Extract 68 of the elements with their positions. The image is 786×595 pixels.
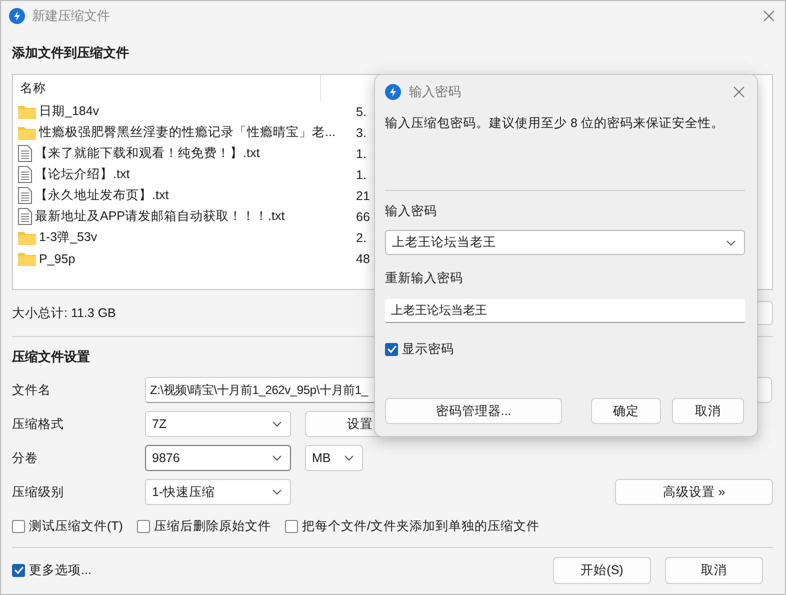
folder-icon [18,104,36,118]
cancel-button[interactable]: 取消 [665,556,763,584]
column-header[interactable]: 名称 [13,75,321,101]
field-label: 文件名 [12,382,52,398]
folder-icon [18,126,36,140]
confirm-password-field[interactable]: 上老王论坛当老王 [385,299,745,323]
file-size: 66 [356,210,370,224]
folder-icon [18,252,36,266]
text-file-icon [18,166,32,183]
close-icon[interactable] [733,86,745,98]
file-name[interactable]: 性瘾极强肥臀黑丝淫妻的性瘾记录「性瘾晴宝」老... [18,124,356,141]
file-size: 21 [356,188,370,202]
folder-icon [18,230,36,244]
chevron-down-icon [272,489,282,495]
field-label: 分卷 [12,450,39,466]
checkbox-label[interactable]: 把每个文件/文件夹添加到单独的压缩文件 [302,518,540,534]
field-label: 压缩级别 [12,484,65,500]
field-label: 重新输入密码 [385,270,464,287]
section-heading: 添加文件到压缩文件 [12,44,129,62]
file-size: 5. [356,104,366,118]
level-dropdown[interactable]: 1-快速压缩 [145,479,291,505]
file-name[interactable]: 【永久地址发布页】.txt [18,187,356,204]
text-file-icon [18,187,32,204]
chevron-down-icon [344,455,354,461]
file-size: 2. [356,230,366,244]
section-heading: 压缩文件设置 [12,348,90,366]
dialog-message: 输入压缩包密码。建议使用至少 8 位的密码来保证安全性。 [385,115,725,132]
file-name[interactable]: 【论坛介绍】.txt [18,166,356,183]
cancel-button[interactable]: 取消 [672,398,744,424]
checkbox-label[interactable]: 压缩后删除原始文件 [154,518,271,534]
checkbox[interactable] [12,520,25,532]
checkbox-label[interactable]: 显示密码 [402,340,454,358]
checkbox[interactable] [12,564,25,576]
total-size: 大小总计: 11.3 GB [12,304,116,322]
file-name[interactable]: 日期_184v [18,103,356,120]
unit-dropdown[interactable]: MB [305,445,363,471]
ok-button[interactable]: 确定 [591,398,661,424]
chevron-down-icon [272,421,282,427]
format-dropdown[interactable]: 7Z [145,411,291,437]
file-size: 1. [356,146,366,160]
dialog-title: 输入密码 [409,83,462,101]
field-label: 压缩格式 [12,416,65,432]
checkbox[interactable] [136,520,150,532]
checkbox-label[interactable]: 更多选项... [29,562,92,578]
start-button[interactable]: 开始(S) [553,556,651,584]
file-name[interactable]: 【来了就能下载和观看！纯免费！】.txt [18,145,356,162]
checkbox[interactable] [385,342,398,356]
password-field[interactable]: 上老王论坛当老王 [385,230,745,255]
advanced-settings-button[interactable]: 高级设置 » [615,479,773,505]
chevron-down-icon [726,240,736,246]
file-size: 48 [356,252,370,266]
volume-size-dropdown[interactable]: 9876 [145,445,291,471]
chevron-down-icon [272,455,282,461]
password-manager-button[interactable]: 密码管理器... [385,398,562,424]
close-icon[interactable] [763,10,775,22]
checkbox-label[interactable]: 测试压缩文件(T) [29,518,123,534]
file-name[interactable]: P_95p [18,252,356,266]
file-size: 3. [356,126,366,140]
window-title: 新建压缩文件 [32,7,111,25]
text-file-icon [18,208,32,225]
app-icon [385,84,401,100]
file-size: 1. [356,168,366,182]
checkbox[interactable] [284,520,298,532]
text-file-icon [18,145,32,162]
file-name[interactable]: 1-3弹_53v [18,229,356,246]
file-name[interactable]: 最新地址及APP请发邮箱自动获取！！！.txt [18,208,356,225]
app-icon [9,8,25,24]
field-label: 输入密码 [385,203,438,220]
